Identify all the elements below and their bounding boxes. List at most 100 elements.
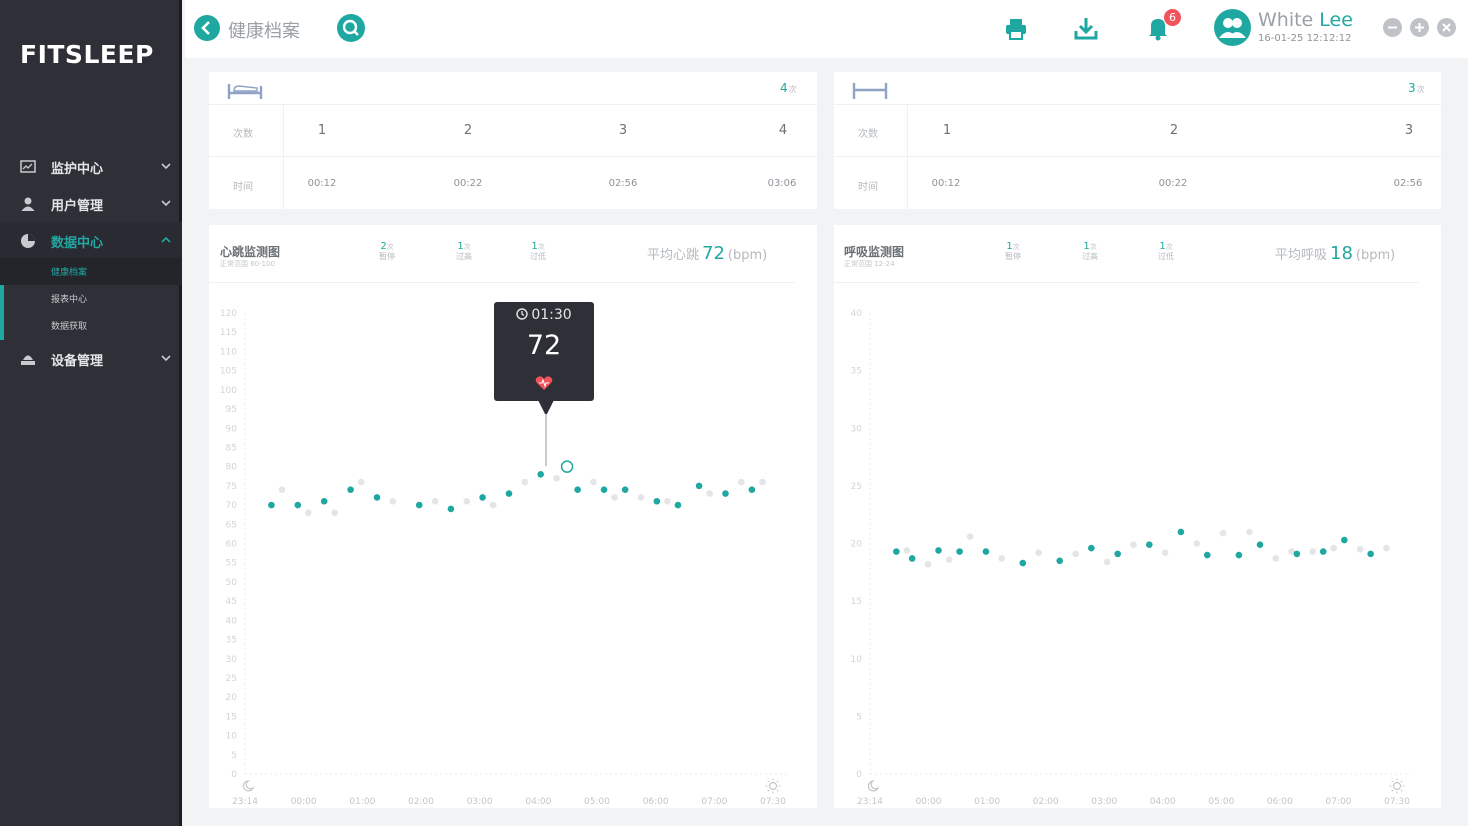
event-time: 00:12 xyxy=(931,178,961,189)
average-value: 72 xyxy=(702,243,725,264)
sidebar-item-monitor-center[interactable]: 监护中心 xyxy=(0,148,182,185)
event-time: 02:56 xyxy=(608,178,638,189)
submenu-item-label: 报表中心 xyxy=(51,295,88,305)
avatar[interactable] xyxy=(1214,9,1251,46)
sun-icon xyxy=(1392,781,1402,791)
user-timestamp: 16-01-25 12:12:12 xyxy=(1258,33,1352,44)
data-point xyxy=(748,486,756,494)
row-label-count: 次数 xyxy=(233,129,253,140)
data-point xyxy=(415,501,423,509)
y-tick-label: 55 xyxy=(226,559,237,569)
x-tick-label: 23:14 xyxy=(857,797,883,807)
y-tick-label: 20 xyxy=(851,540,863,550)
x-tick-label: 01:00 xyxy=(349,797,375,807)
x-tick-label: 07:30 xyxy=(1384,797,1410,807)
submenu-item-health-records[interactable]: 健康档案 xyxy=(0,258,182,285)
tooltip-time: 01:30 xyxy=(494,307,594,323)
sidebar-item-label: 监护中心 xyxy=(51,162,104,177)
y-tick-label: 25 xyxy=(851,482,862,492)
average-label: 平均心跳 xyxy=(647,248,700,263)
data-point-faded xyxy=(1246,528,1253,536)
submenu-item-data-fetch[interactable]: 数据获取 xyxy=(0,312,182,339)
submenu-item-label: 数据获取 xyxy=(51,322,88,332)
sidebar-item-device-management[interactable]: 设备管理 xyxy=(0,340,182,377)
data-point-faded xyxy=(489,501,497,509)
submenu-item-label: 健康档案 xyxy=(51,268,88,278)
x-tick-label: 02:00 xyxy=(408,797,434,807)
data-point-faded xyxy=(305,509,312,517)
y-tick-label: 0 xyxy=(231,770,237,780)
stat-label: 暂停 xyxy=(379,252,395,261)
event-time: 02:56 xyxy=(1393,178,1423,189)
row-label-time: 时间 xyxy=(858,182,878,193)
event-number: 4 xyxy=(778,123,788,138)
y-tick-label: 35 xyxy=(226,636,237,646)
submenu-item-report-center[interactable]: 报表中心 xyxy=(0,285,182,312)
data-point-faded xyxy=(966,533,974,540)
stat-label: 过高 xyxy=(456,252,472,261)
data-point xyxy=(1293,550,1301,558)
data-point xyxy=(294,501,302,509)
y-tick-label: 20 xyxy=(226,693,238,703)
y-tick-label: 80 xyxy=(226,463,238,473)
sun-ray xyxy=(776,780,779,783)
chevron-down-icon xyxy=(161,355,171,362)
average-unit: (bpm) xyxy=(727,248,768,263)
data-point xyxy=(320,497,328,505)
breath-average: 平均呼吸 18 (bpm) xyxy=(1275,243,1395,264)
data-point-faded xyxy=(1103,558,1111,566)
x-tick-label: 03:00 xyxy=(467,797,493,807)
x-tick-label: 06:00 xyxy=(643,797,669,807)
stat-label: 过低 xyxy=(1158,252,1174,261)
data-point xyxy=(935,547,942,554)
monitor-icon xyxy=(20,160,36,173)
y-tick-label: 105 xyxy=(220,367,237,377)
download-icon[interactable] xyxy=(1073,14,1099,42)
y-tick-label: 40 xyxy=(851,309,863,319)
data-point-faded xyxy=(1130,541,1137,548)
event-number: 1 xyxy=(317,123,327,138)
data-point xyxy=(268,501,275,509)
heart-tooltip: 01:30 72 xyxy=(494,302,594,401)
data-point xyxy=(447,505,455,513)
data-point xyxy=(1088,544,1095,552)
x-tick-label: 05:00 xyxy=(584,797,610,807)
maximize-button[interactable] xyxy=(1410,18,1429,37)
print-icon[interactable] xyxy=(1003,14,1029,42)
data-point xyxy=(1367,550,1374,558)
sidebar-item-user-management[interactable]: 用户管理 xyxy=(0,185,182,222)
data-point-faded xyxy=(389,497,397,505)
count-value: 4 xyxy=(780,81,788,95)
user-name: White Lee xyxy=(1258,9,1353,31)
bed-icon xyxy=(227,84,263,99)
chevron-down-icon xyxy=(161,200,171,207)
sidebar-item-label: 设备管理 xyxy=(51,354,104,369)
data-point xyxy=(373,494,381,501)
stat-unit: 次 xyxy=(463,243,471,251)
back-button[interactable] xyxy=(194,15,220,41)
sidebar-item-data-center[interactable]: 数据中心 xyxy=(0,222,182,259)
sun-ray xyxy=(1400,789,1403,792)
event-time: 00:12 xyxy=(307,178,337,189)
data-point xyxy=(893,548,900,555)
search-button[interactable] xyxy=(337,14,365,42)
data-point xyxy=(1203,551,1211,559)
minimize-button[interactable] xyxy=(1383,18,1402,37)
x-tick-label: 23:14 xyxy=(232,797,258,807)
data-point xyxy=(674,501,682,509)
data-point-faded xyxy=(590,478,597,486)
close-button[interactable] xyxy=(1437,18,1456,37)
data-point-faded xyxy=(463,497,471,505)
data-point xyxy=(505,490,513,497)
data-point-faded xyxy=(331,509,339,517)
y-tick-label: 85 xyxy=(226,443,237,453)
y-tick-label: 5 xyxy=(231,751,237,761)
highlighted-point xyxy=(560,460,574,473)
y-tick-label: 5 xyxy=(856,712,862,722)
users-icon xyxy=(1219,18,1246,38)
chevron-left-icon xyxy=(201,21,210,35)
event-number: 2 xyxy=(463,123,473,138)
data-point xyxy=(479,494,486,501)
sun-ray xyxy=(1400,780,1403,783)
data-point xyxy=(1146,541,1153,548)
